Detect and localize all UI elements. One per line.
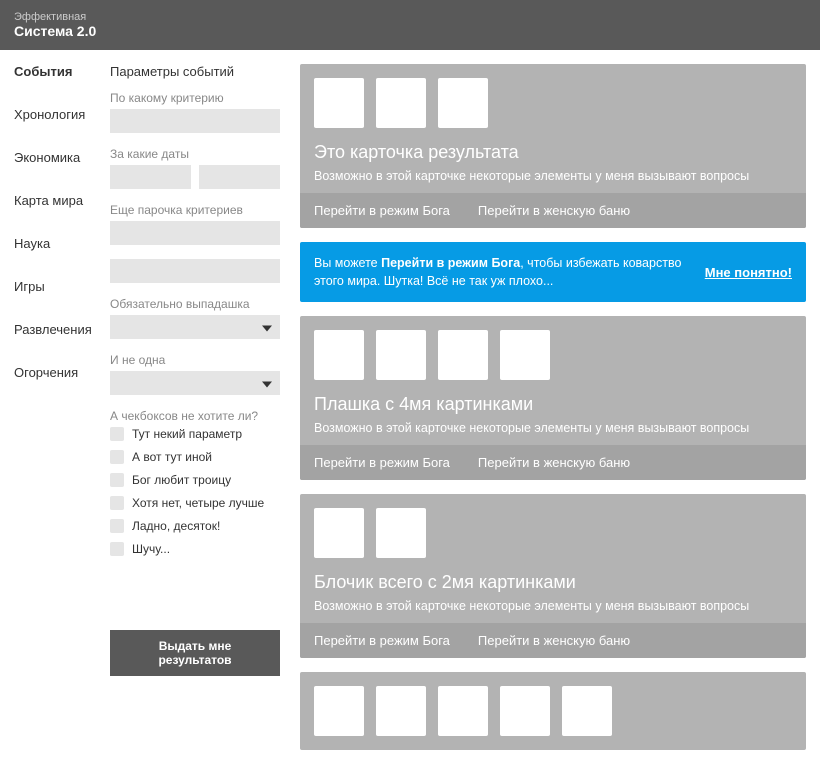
thumbnail[interactable] bbox=[376, 508, 426, 558]
nav-item[interactable]: Развлечения bbox=[0, 308, 110, 351]
sidebar-nav: СобытияХронологияЭкономикаКарта мираНаук… bbox=[0, 50, 110, 764]
card-title: Это карточка результата bbox=[314, 142, 792, 163]
filters-title: Параметры событий bbox=[110, 64, 280, 79]
header-title: Система 2.0 bbox=[14, 23, 806, 39]
nav-item[interactable]: Экономика bbox=[0, 136, 110, 179]
thumbnail[interactable] bbox=[314, 330, 364, 380]
card-desc: Возможно в этой карточке некоторые элеме… bbox=[314, 421, 792, 435]
dates-label: За какие даты bbox=[110, 147, 280, 161]
checkbox-label: Бог любит троицу bbox=[132, 473, 231, 487]
card-actions: Перейти в режим Бога Перейти в женскую ба… bbox=[300, 623, 806, 658]
checkboxes-label: А чекбоксов не хотите ли? bbox=[110, 409, 280, 423]
card-action-god[interactable]: Перейти в режим Бога bbox=[314, 455, 450, 470]
checkbox-row[interactable]: Тут некий параметр bbox=[110, 427, 280, 441]
nav-item[interactable]: Игры bbox=[0, 265, 110, 308]
thumbnail[interactable] bbox=[438, 686, 488, 736]
result-card: Блочик всего с 2мя картинками Возможно в … bbox=[300, 494, 806, 658]
thumbnail[interactable] bbox=[314, 508, 364, 558]
bottom-thumb-row bbox=[300, 672, 806, 750]
filters-panel: Параметры событий По какому критерию За … bbox=[110, 50, 300, 764]
checkbox-box bbox=[110, 450, 124, 464]
card-action-god[interactable]: Перейти в режим Бога bbox=[314, 203, 450, 218]
notice-dismiss-link[interactable]: Мне понятно! bbox=[705, 265, 792, 280]
checkbox-box bbox=[110, 496, 124, 510]
result-card: Это карточка результата Возможно в этой к… bbox=[300, 64, 806, 228]
checkbox-box bbox=[110, 427, 124, 441]
card-action-bath[interactable]: Перейти в женскую баню bbox=[478, 203, 630, 218]
card-action-bath[interactable]: Перейти в женскую баню bbox=[478, 455, 630, 470]
app-header: Эффективная Система 2.0 bbox=[0, 0, 820, 50]
card-action-god[interactable]: Перейти в режим Бога bbox=[314, 633, 450, 648]
nav-item[interactable]: Хронология bbox=[0, 93, 110, 136]
nav-item[interactable]: Карта мира bbox=[0, 179, 110, 222]
checkbox-label: Шучу... bbox=[132, 542, 170, 556]
checkbox-box bbox=[110, 473, 124, 487]
date-from-input[interactable] bbox=[110, 165, 191, 189]
dropdown1-label: Обязательно выпадашка bbox=[110, 297, 280, 311]
card-action-bath[interactable]: Перейти в женскую баню bbox=[478, 633, 630, 648]
dropdown2-label: И не одна bbox=[110, 353, 280, 367]
dropdown1[interactable] bbox=[110, 315, 280, 339]
thumbnail[interactable] bbox=[314, 686, 364, 736]
checkbox-label: Хотя нет, четыре лучше bbox=[132, 496, 264, 510]
criteria-input-2[interactable] bbox=[110, 259, 280, 283]
card-title: Плашка с 4мя картинками bbox=[314, 394, 792, 415]
thumbnail[interactable] bbox=[500, 686, 550, 736]
checkbox-label: Ладно, десяток! bbox=[132, 519, 220, 533]
checkbox-row[interactable]: Ладно, десяток! bbox=[110, 519, 280, 533]
thumbnail[interactable] bbox=[500, 330, 550, 380]
card-title: Блочик всего с 2мя картинками bbox=[314, 572, 792, 593]
card-desc: Возможно в этой карточке некоторые элеме… bbox=[314, 599, 792, 613]
card-desc: Возможно в этой карточке некоторые элеме… bbox=[314, 169, 792, 183]
thumbnail[interactable] bbox=[562, 686, 612, 736]
result-card: Плашка с 4мя картинками Возможно в этой к… bbox=[300, 316, 806, 480]
thumbnail[interactable] bbox=[314, 78, 364, 128]
thumbnail[interactable] bbox=[438, 330, 488, 380]
nav-item[interactable]: Огорчения bbox=[0, 351, 110, 394]
header-subtitle: Эффективная bbox=[14, 11, 806, 23]
date-to-input[interactable] bbox=[199, 165, 280, 189]
results-area: Это карточка результата Возможно в этой к… bbox=[300, 50, 820, 764]
checkbox-row[interactable]: Бог любит троицу bbox=[110, 473, 280, 487]
checkbox-row[interactable]: Хотя нет, четыре лучше bbox=[110, 496, 280, 510]
checkbox-row[interactable]: А вот тут иной bbox=[110, 450, 280, 464]
more-criteria-label: Еще парочка критериев bbox=[110, 203, 280, 217]
thumbnail[interactable] bbox=[376, 78, 426, 128]
criterion-label: По какому критерию bbox=[110, 91, 280, 105]
criterion-input[interactable] bbox=[110, 109, 280, 133]
info-notice: Вы можете Перейти в режим Бога, чтобы из… bbox=[300, 242, 806, 302]
thumbnail[interactable] bbox=[438, 78, 488, 128]
submit-button[interactable]: Выдать мне результатов bbox=[110, 630, 280, 676]
nav-item[interactable]: События bbox=[0, 50, 110, 93]
card-actions: Перейти в режим Бога Перейти в женскую ба… bbox=[300, 193, 806, 228]
checkbox-box bbox=[110, 519, 124, 533]
thumbnail[interactable] bbox=[376, 686, 426, 736]
dropdown2[interactable] bbox=[110, 371, 280, 395]
criteria-input-1[interactable] bbox=[110, 221, 280, 245]
checkbox-row[interactable]: Шучу... bbox=[110, 542, 280, 556]
notice-text: Вы можете Перейти в режим Бога, чтобы из… bbox=[314, 254, 689, 290]
checkbox-label: А вот тут иной bbox=[132, 450, 212, 464]
card-actions: Перейти в режим Бога Перейти в женскую ба… bbox=[300, 445, 806, 480]
nav-item[interactable]: Наука bbox=[0, 222, 110, 265]
thumbnail[interactable] bbox=[376, 330, 426, 380]
checkbox-box bbox=[110, 542, 124, 556]
checkbox-label: Тут некий параметр bbox=[132, 427, 242, 441]
